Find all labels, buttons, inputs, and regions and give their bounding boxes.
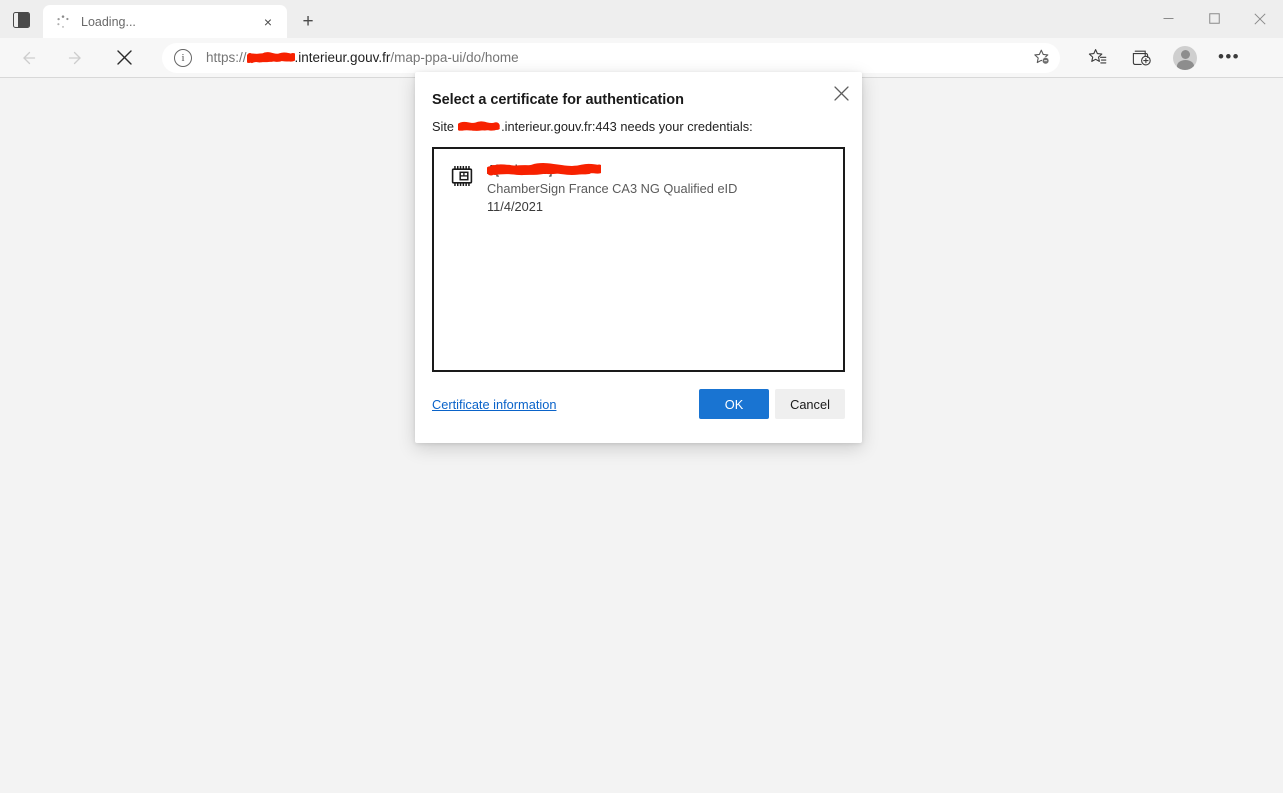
certificate-list[interactable]: A[redacted] ChamberSign France CA3 NG Qu… xyxy=(432,147,845,372)
tab-strip: Loading... × + xyxy=(0,0,1283,38)
close-x-icon xyxy=(116,50,132,65)
tab-title: Loading... xyxy=(81,14,136,29)
new-tab-button[interactable]: + xyxy=(293,6,323,36)
loading-spinner-icon xyxy=(55,14,71,30)
ellipsis-icon: ••• xyxy=(1217,47,1241,67)
dialog-subtitle: Site .interieur.gouv.fr:443 needs your c… xyxy=(415,108,862,134)
collections-icon xyxy=(1132,50,1151,66)
url-text[interactable]: https:// .interieur.gouv.fr/map-ppa-ui/do… xyxy=(206,49,1026,66)
favorites-button[interactable] xyxy=(1080,42,1114,74)
dialog-host-redaction xyxy=(458,119,500,134)
profile-button[interactable] xyxy=(1168,42,1202,74)
window-controls xyxy=(1145,0,1283,37)
window-maximize-button[interactable] xyxy=(1191,0,1237,37)
dialog-subtitle-suffix: .interieur.gouv.fr:443 needs your creden… xyxy=(501,119,753,134)
url-path: /map-ppa-ui/do/home xyxy=(390,50,519,65)
dialog-subtitle-prefix: Site xyxy=(432,119,455,134)
arrow-left-icon xyxy=(23,51,36,64)
cancel-button[interactable]: Cancel xyxy=(775,389,845,419)
avatar-icon xyxy=(1173,45,1197,70)
tab-close-icon[interactable]: × xyxy=(257,11,279,33)
dialog-close-icon[interactable] xyxy=(826,78,856,108)
certificate-name-redaction xyxy=(486,160,604,185)
url-host-redaction xyxy=(246,49,295,66)
url-scheme: https:// xyxy=(206,50,247,65)
window-minimize-button[interactable] xyxy=(1145,0,1191,37)
certificate-name-row: A[redacted] xyxy=(486,162,737,178)
url-host: .interieur.gouv.fr xyxy=(294,50,391,65)
site-info-icon[interactable]: i xyxy=(174,48,192,67)
forward-button[interactable] xyxy=(60,42,92,74)
dialog-footer: Certificate information OK Cancel xyxy=(415,372,862,443)
browser-chrome: Loading... × + i https:// .interieur.gou… xyxy=(0,0,1283,78)
tab-actions-button[interactable] xyxy=(5,5,37,35)
dialog-title: Select a certificate for authentication xyxy=(432,92,684,108)
favorites-star-icon xyxy=(1088,49,1106,64)
stop-loading-button[interactable] xyxy=(108,42,140,74)
address-bar[interactable]: i https:// .interieur.gouv.fr/map-ppa-ui/… xyxy=(162,42,1060,73)
certificate-information-link[interactable]: Certificate information xyxy=(432,397,556,412)
split-panel-icon xyxy=(12,12,30,28)
back-button[interactable] xyxy=(12,42,44,74)
certificate-list-item[interactable]: A[redacted] ChamberSign France CA3 NG Qu… xyxy=(434,149,843,214)
certificate-text-block: A[redacted] ChamberSign France CA3 NG Qu… xyxy=(486,162,737,214)
select-certificate-dialog: Select a certificate for authentication … xyxy=(415,72,862,443)
browser-tab[interactable]: Loading... × xyxy=(43,5,287,38)
certificate-valid-date: 11/4/2021 xyxy=(487,199,543,214)
collections-button[interactable] xyxy=(1124,42,1158,74)
smartcard-chip-icon xyxy=(450,164,474,188)
toolbar-right-actions: ••• xyxy=(1070,42,1254,74)
arrow-right-icon xyxy=(68,51,81,64)
settings-and-more-button[interactable]: ••• xyxy=(1212,42,1246,74)
ok-button[interactable]: OK xyxy=(699,389,769,419)
add-favorite-icon[interactable] xyxy=(1026,44,1056,72)
window-close-button[interactable] xyxy=(1237,0,1283,37)
